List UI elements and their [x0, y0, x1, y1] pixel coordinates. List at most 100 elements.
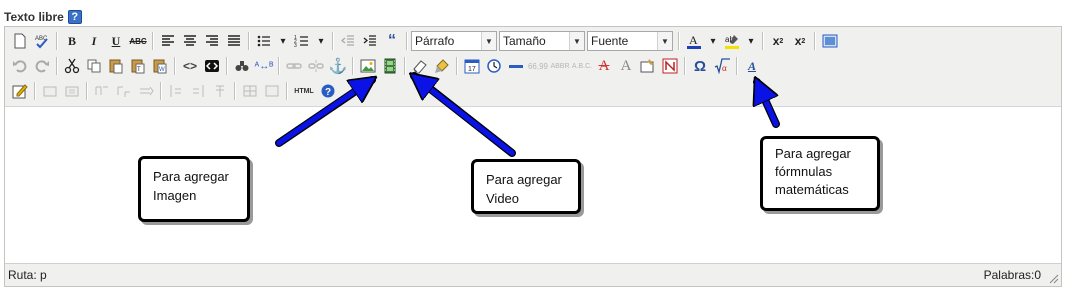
separator: [152, 32, 154, 50]
editor-status-bar: Ruta: p Palabras:0: [5, 263, 1061, 286]
editor-toolbar: ABC B I U ABC ▾ 123 ▾ “ Párrafo ▼ Tamaño…: [5, 27, 1061, 107]
element-path: Ruta: p: [8, 268, 47, 282]
format-select-value: Párrafo: [415, 34, 455, 48]
math-formula-icon[interactable]: α: [711, 55, 733, 77]
nonbreaking-icon[interactable]: [659, 55, 681, 77]
paste-word-icon[interactable]: W: [149, 55, 171, 77]
insert-date-icon[interactable]: 17: [461, 55, 483, 77]
source-code-icon[interactable]: <>: [179, 55, 201, 77]
separator: [248, 32, 250, 50]
toolbar-row-2: T W <> ᴬ↔ᴮ ⚓ 17 66,99 ABBR A.B.C. A A Ω …: [9, 54, 763, 78]
font-color-icon[interactable]: A: [683, 30, 705, 52]
replace-icon[interactable]: ᴬ↔ᴮ: [253, 55, 275, 77]
numbered-list-icon[interactable]: 123: [291, 30, 313, 52]
absolute-layer-icon[interactable]: [61, 80, 83, 102]
font-select-value: Fuente: [591, 34, 629, 48]
horizontal-rule-icon[interactable]: [505, 55, 527, 77]
anchor-icon[interactable]: ⚓: [327, 55, 349, 77]
deletion-icon[interactable]: A: [593, 55, 615, 77]
html-button[interactable]: HTML: [291, 80, 317, 102]
toolbar-row-1: ABC B I U ABC ▾ 123 ▾ “ Párrafo ▼ Tamaño…: [9, 29, 841, 53]
highlight-color-icon[interactable]: ab: [721, 30, 743, 52]
undo-icon[interactable]: [9, 55, 31, 77]
delete-col-icon[interactable]: [209, 80, 231, 102]
separator: [56, 32, 58, 50]
attributes-icon[interactable]: [637, 55, 659, 77]
italic-button[interactable]: I: [83, 30, 105, 52]
separator: [286, 82, 288, 100]
edit-css-icon[interactable]: [9, 80, 31, 102]
insert-row-icon[interactable]: [135, 80, 157, 102]
superscript-button[interactable]: x2: [789, 30, 811, 52]
abbreviation-icon[interactable]: ABBR: [549, 55, 571, 77]
new-document-icon[interactable]: [9, 30, 31, 52]
table-cell-props-icon[interactable]: [113, 80, 135, 102]
strikethrough-button[interactable]: ABC: [127, 30, 149, 52]
source-html-icon[interactable]: [201, 55, 223, 77]
separator: [226, 57, 228, 75]
chevron-down-icon[interactable]: ▾: [705, 30, 721, 52]
styles-icon[interactable]: A: [741, 55, 763, 77]
subscript-button[interactable]: x2: [767, 30, 789, 52]
link-icon[interactable]: [283, 55, 305, 77]
paste-text-icon[interactable]: T: [127, 55, 149, 77]
size-select[interactable]: Tamaño ▼: [499, 31, 585, 51]
paste-icon[interactable]: [105, 55, 127, 77]
callout-formulas: Para agregar fórmnulas matemáticas: [760, 136, 880, 211]
outdent-icon[interactable]: [337, 30, 359, 52]
insert-col-after-icon[interactable]: [187, 80, 209, 102]
separator: [34, 82, 36, 100]
svg-text:A: A: [689, 33, 698, 47]
spellcheck-icon[interactable]: ABC: [31, 30, 53, 52]
chevron-down-icon[interactable]: ▾: [275, 30, 291, 52]
blockquote-icon[interactable]: “: [381, 30, 403, 52]
field-header: Texto libre ?: [4, 8, 82, 26]
separator: [332, 32, 334, 50]
separator: [234, 82, 236, 100]
chevron-down-icon[interactable]: ▾: [743, 30, 759, 52]
acronym-icon[interactable]: A.B.C.: [571, 55, 593, 77]
svg-text:α: α: [722, 63, 727, 73]
chevron-down-icon[interactable]: ▾: [313, 30, 329, 52]
underline-button[interactable]: U: [105, 30, 127, 52]
split-cells-icon[interactable]: [239, 80, 261, 102]
separator: [762, 32, 764, 50]
font-select[interactable]: Fuente ▼: [587, 31, 673, 51]
insert-layer-icon[interactable]: [39, 80, 61, 102]
format-select[interactable]: Párrafo ▼: [411, 31, 497, 51]
redo-icon[interactable]: [31, 55, 53, 77]
separator: [678, 32, 680, 50]
align-center-icon[interactable]: [179, 30, 201, 52]
editor-help-icon[interactable]: ?: [317, 80, 339, 102]
align-justify-icon[interactable]: [223, 30, 245, 52]
separator: [404, 57, 406, 75]
insert-time-icon[interactable]: [483, 55, 505, 77]
separator: [86, 82, 88, 100]
align-right-icon[interactable]: [201, 30, 223, 52]
insert-media-icon[interactable]: [379, 55, 401, 77]
cut-icon[interactable]: [61, 55, 83, 77]
fullscreen-icon[interactable]: [819, 30, 841, 52]
chevron-down-icon: ▼: [569, 32, 584, 50]
bullet-list-icon[interactable]: [253, 30, 275, 52]
eraser-icon[interactable]: [409, 55, 431, 77]
cleanup-icon[interactable]: [431, 55, 453, 77]
special-character-icon[interactable]: Ω: [689, 55, 711, 77]
unlink-icon[interactable]: [305, 55, 327, 77]
find-icon[interactable]: [231, 55, 253, 77]
align-left-icon[interactable]: [157, 30, 179, 52]
svg-text:W: W: [159, 67, 165, 73]
citation-icon[interactable]: 66,99: [527, 55, 549, 77]
insert-image-icon[interactable]: [357, 55, 379, 77]
help-icon[interactable]: ?: [67, 10, 82, 24]
table-row-props-icon[interactable]: [91, 80, 113, 102]
resize-grip-icon[interactable]: [1047, 272, 1059, 284]
separator: [174, 57, 176, 75]
indent-icon[interactable]: [359, 30, 381, 52]
bold-button[interactable]: B: [61, 30, 83, 52]
insertion-icon[interactable]: A: [615, 55, 637, 77]
insert-col-before-icon[interactable]: [165, 80, 187, 102]
copy-icon[interactable]: [83, 55, 105, 77]
merge-cells-icon[interactable]: [261, 80, 283, 102]
size-select-value: Tamaño: [503, 34, 546, 48]
